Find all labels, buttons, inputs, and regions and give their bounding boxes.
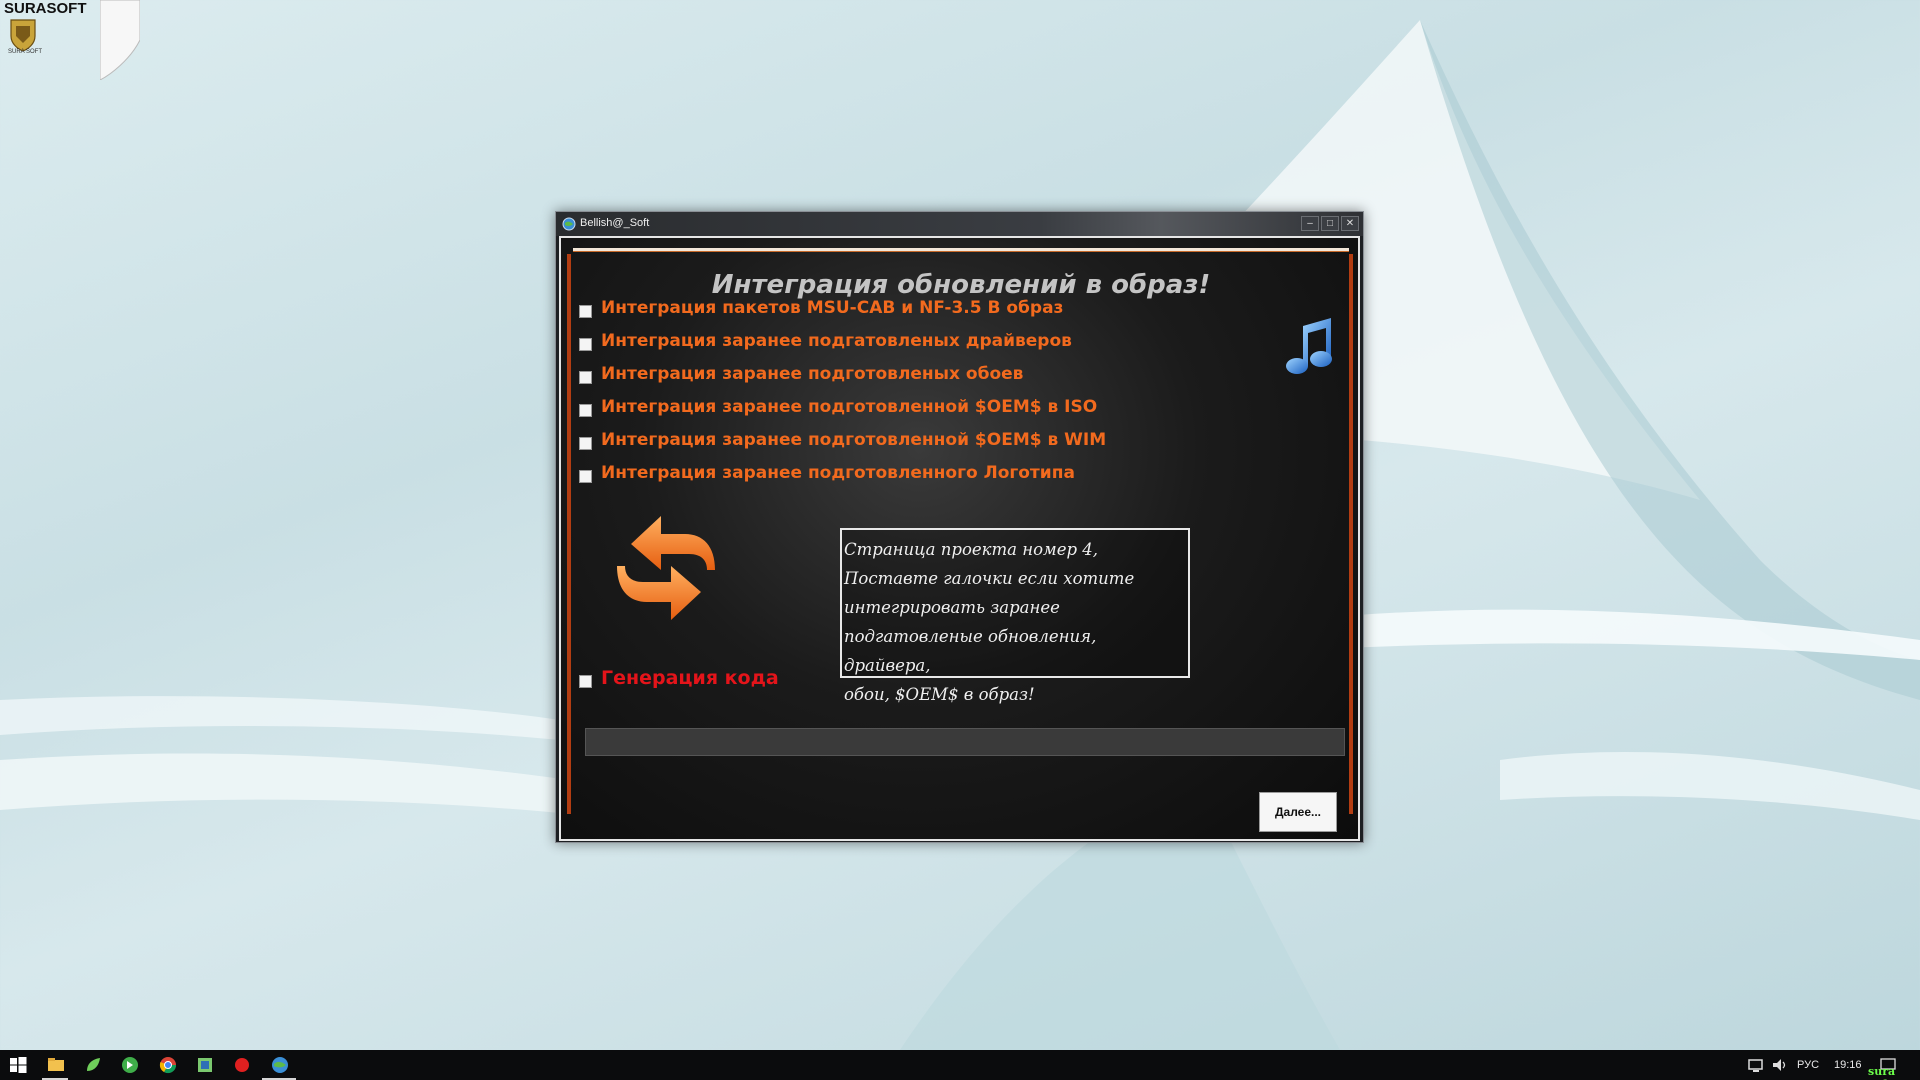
option-oem-wim[interactable]: Интеграция заранее подготовленной $OEM$ … xyxy=(579,428,1106,452)
info-line: интегрировать заранее xyxy=(844,598,1060,617)
option-checkbox[interactable] xyxy=(579,403,592,417)
generate-code-checkbox[interactable] xyxy=(579,674,592,688)
option-msu-cab[interactable]: Интеграция пакетов MSU-CAB и NF-3.5 В об… xyxy=(579,296,1063,320)
option-checkbox[interactable] xyxy=(579,304,592,318)
progress-bar xyxy=(585,728,1345,756)
record-icon[interactable] xyxy=(232,1055,252,1075)
page-curl xyxy=(100,0,140,80)
clock[interactable]: 19:16 xyxy=(1834,1059,1862,1080)
close-button[interactable]: ✕ xyxy=(1341,216,1359,231)
option-oem-iso[interactable]: Интеграция заранее подготовленной $OEM$ … xyxy=(579,395,1097,419)
option-checkbox[interactable] xyxy=(579,370,592,384)
option-drivers[interactable]: Интеграция заранее подгатовленых драйвер… xyxy=(579,329,1072,353)
next-button[interactable]: Далее... xyxy=(1259,792,1337,832)
title-bar[interactable]: Bellish@_Soft – □ ✕ xyxy=(556,212,1363,236)
option-label: Интеграция заранее подготовленного Логот… xyxy=(601,463,1075,483)
app-globe-icon xyxy=(562,217,576,231)
option-label: Интеграция пакетов MSU-CAB и NF-3.5 В об… xyxy=(601,298,1064,318)
maximize-button[interactable]: □ xyxy=(1321,216,1339,231)
option-checkbox[interactable] xyxy=(579,469,592,483)
app-frame-icon[interactable] xyxy=(195,1055,215,1075)
option-wallpapers[interactable]: Интеграция заранее подготовленых обоев xyxy=(579,362,1023,386)
bellish-soft-taskbar-icon[interactable] xyxy=(270,1055,290,1075)
start-windows-icon[interactable] xyxy=(8,1055,28,1075)
corner-brand-text: SURASOFT xyxy=(4,0,87,17)
info-text-box: Страница проекта номер 4, Поставте галоч… xyxy=(840,528,1190,704)
option-logo[interactable]: Интеграция заранее подготовленного Логот… xyxy=(579,461,1075,485)
network-icon[interactable] xyxy=(1746,1055,1766,1075)
option-label: Интеграция заранее подготовленной $OEM$ … xyxy=(601,397,1098,417)
info-line: Поставте галочки если хотите xyxy=(844,569,1135,588)
crest-icon xyxy=(10,19,36,52)
sync-arrows-icon xyxy=(617,516,715,620)
app-window: Bellish@_Soft – □ ✕ Интеграция обновлени… xyxy=(555,211,1364,843)
taskbar: РУС 19:16 sura soft xyxy=(0,1050,1920,1080)
language-indicator[interactable]: РУС xyxy=(1797,1059,1819,1080)
option-label: Интеграция заранее подготовленной $OEM$ … xyxy=(601,430,1107,450)
option-label: Интеграция заранее подгатовленых драйвер… xyxy=(601,331,1072,351)
option-generate-code[interactable]: Генерация кода xyxy=(579,666,779,690)
info-line: Страница проекта номер 4, xyxy=(844,540,1099,559)
chrome-icon[interactable] xyxy=(158,1055,178,1075)
file-explorer-icon[interactable] xyxy=(46,1055,66,1075)
generate-code-label: Генерация кода xyxy=(601,667,779,689)
minimize-button[interactable]: – xyxy=(1301,216,1319,231)
right-accent-bar xyxy=(1349,254,1353,814)
info-line: подгатовленые обновления, драйвера, xyxy=(844,627,1097,675)
music-note-icon[interactable] xyxy=(1281,312,1337,376)
left-accent-bar xyxy=(567,254,571,814)
top-divider xyxy=(573,248,1349,252)
option-checkbox[interactable] xyxy=(579,337,592,351)
client-area: Интеграция обновлений в образ! Интеграци… xyxy=(559,236,1360,841)
info-line: обои, $OEM$ в образ! xyxy=(844,685,1035,704)
window-title: Bellish@_Soft xyxy=(580,217,650,229)
volume-icon[interactable] xyxy=(1770,1055,1790,1075)
app-leaf-icon[interactable] xyxy=(83,1055,103,1075)
crest-caption: SURA SOFT xyxy=(8,49,43,55)
option-label: Интеграция заранее подготовленых обоев xyxy=(601,364,1024,384)
tray-brand: sura soft xyxy=(1868,1065,1896,1080)
app-green-circle-icon[interactable] xyxy=(120,1055,140,1075)
option-checkbox[interactable] xyxy=(579,436,592,450)
corner-logo: SURASOFT SURA SOFT xyxy=(0,0,140,80)
